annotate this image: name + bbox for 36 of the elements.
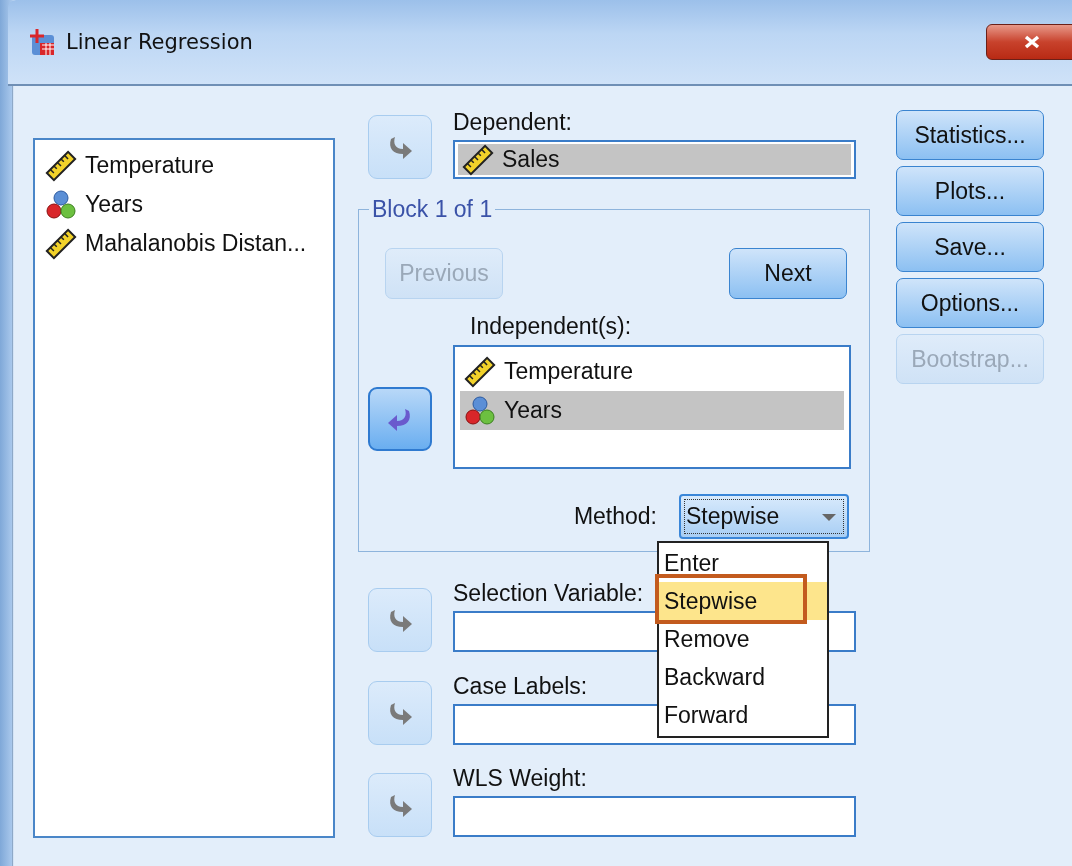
close-button[interactable]: [986, 24, 1072, 60]
close-icon: [1022, 33, 1042, 51]
list-item[interactable]: Mahalanobis Distan...: [41, 224, 327, 263]
list-item[interactable]: Years: [41, 185, 327, 224]
field-label: Dependent:: [453, 109, 572, 136]
field-label: Case Labels:: [453, 673, 588, 700]
variable-list[interactable]: Temperature Years: [453, 345, 851, 469]
dialog-button[interactable]: Options...: [896, 278, 1044, 328]
menu-item[interactable]: Stepwise: [659, 582, 827, 620]
arrow-button[interactable]: [368, 681, 432, 745]
arrow-button[interactable]: [368, 387, 432, 451]
menu-item[interactable]: Enter: [659, 544, 827, 582]
menu-item[interactable]: Remove: [659, 620, 827, 658]
field-label: WLS Weight:: [453, 765, 587, 792]
caret-icon: [821, 511, 837, 522]
circles-icon: [464, 394, 496, 427]
list-item[interactable]: Temperature: [460, 352, 844, 391]
variable-list[interactable]: Temperature Years Mahalanobis Distan...: [33, 138, 335, 838]
dialog-button[interactable]: Save...: [896, 222, 1044, 272]
input-field[interactable]: [453, 796, 856, 837]
list-item[interactable]: Years: [460, 391, 844, 430]
menu-item[interactable]: Backward: [659, 658, 827, 696]
arrow-button[interactable]: [368, 115, 432, 179]
arrow-button[interactable]: [368, 773, 432, 837]
window-title: Linear Regression: [66, 30, 253, 54]
field-label: Selection Variable:: [453, 580, 644, 607]
menu-item[interactable]: Forward: [659, 696, 827, 734]
field-label: Independent(s):: [470, 313, 632, 340]
arrow-button[interactable]: [368, 588, 432, 652]
next-button[interactable]: Next: [729, 248, 847, 299]
circles-icon: [45, 188, 77, 221]
dialog-button[interactable]: Statistics...: [896, 110, 1044, 160]
list-item[interactable]: Temperature: [41, 146, 327, 185]
method-dropdown[interactable]: Stepwise: [679, 494, 849, 539]
field-label: Method:: [573, 503, 657, 530]
dialog-button[interactable]: Plots...: [896, 166, 1044, 216]
